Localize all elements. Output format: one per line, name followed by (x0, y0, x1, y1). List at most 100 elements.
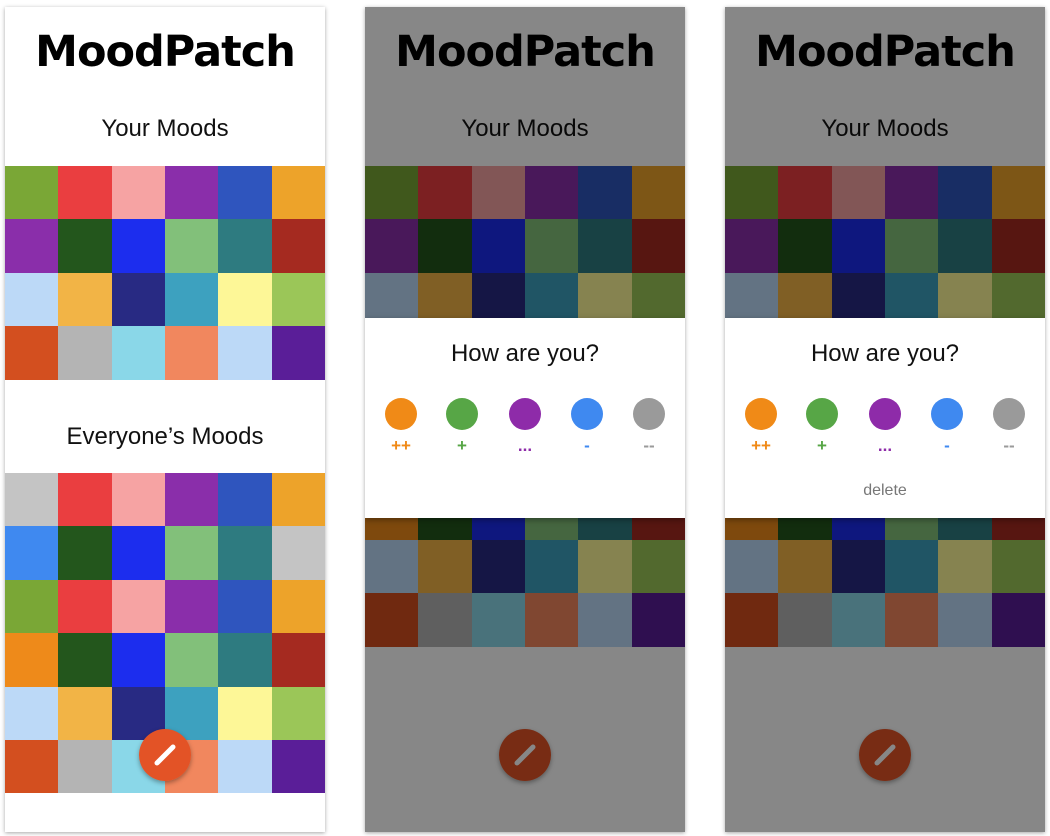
mood-tile (58, 633, 112, 687)
mood-tile (5, 326, 59, 380)
mood-tile (164, 579, 219, 634)
mood-option-very-bad[interactable]: -- (989, 398, 1029, 456)
dialog-title: How are you? (450, 340, 600, 367)
mood-option-dot (869, 398, 901, 430)
mood-tile (111, 219, 165, 273)
delete-button[interactable]: delete (725, 482, 1045, 500)
mood-tile (58, 579, 112, 634)
mood-tile (5, 739, 59, 794)
mood-option-label: ++ (751, 436, 771, 455)
mood-tile (58, 166, 112, 220)
mood-option-dot (446, 398, 478, 430)
screen-mood-dialog: MoodPatch Your Moods How are you? ++ + .… (365, 7, 685, 832)
mood-tile (271, 579, 325, 634)
mood-option-bad[interactable]: - (927, 398, 967, 456)
mood-option-label: -- (643, 436, 655, 455)
mood-option-bad[interactable]: - (567, 398, 607, 456)
mood-option-good[interactable]: + (802, 398, 842, 456)
mood-tile (5, 272, 59, 327)
app-title: MoodPatch (35, 27, 296, 77)
everyones-moods-heading: Everyone’s Moods (66, 423, 264, 450)
mood-tile (164, 219, 219, 273)
mood-option-dot (806, 398, 838, 430)
mood-tile (5, 166, 59, 220)
mood-option-very-good[interactable]: ++ (381, 398, 421, 456)
mood-option-dot (385, 398, 417, 430)
mood-tile (164, 326, 219, 380)
mood-option-neutral[interactable]: ... (865, 398, 905, 456)
mood-tile (218, 579, 272, 634)
mood-option-label: -- (1003, 436, 1015, 455)
mood-tile (58, 219, 112, 273)
mood-tile (5, 686, 59, 740)
mood-tile (5, 526, 59, 580)
mood-option-label: ... (517, 436, 533, 455)
mood-option-label: - (944, 436, 950, 455)
mood-option-good[interactable]: + (442, 398, 482, 456)
mood-tile (5, 633, 59, 687)
pencil-icon (139, 729, 191, 781)
mood-option-dot (633, 398, 665, 430)
mood-option-label: + (817, 436, 827, 455)
mood-tile (58, 326, 112, 380)
mood-tile (111, 326, 165, 380)
mood-tile (218, 633, 272, 687)
mood-option-label: - (584, 436, 590, 455)
dialog-title: How are you? (810, 340, 960, 367)
mood-tile (164, 633, 219, 687)
mood-tile (111, 272, 165, 327)
mood-tile (271, 326, 325, 380)
mood-option-dot (993, 398, 1025, 430)
mood-tile (271, 739, 325, 794)
mood-tile (271, 272, 325, 327)
mood-option-neutral[interactable]: ... (505, 398, 545, 456)
screen-main: MoodPatch Your Moods Everyone’s Moods (5, 7, 325, 832)
mood-tile (164, 473, 219, 527)
mood-tile (218, 272, 272, 327)
mood-option-dot (509, 398, 541, 430)
mood-tile (5, 579, 59, 634)
mood-option-very-good[interactable]: ++ (741, 398, 781, 456)
mood-option-dot (931, 398, 963, 430)
mood-tile (271, 473, 325, 527)
mood-option-label: ++ (391, 436, 411, 455)
mood-dialog: How are you? ++ + ... - -- (365, 318, 685, 518)
mood-tile (271, 219, 325, 273)
mood-dialog: How are you? ++ + ... - -- delete (725, 318, 1045, 518)
mood-tile (5, 219, 59, 273)
mood-tile (271, 526, 325, 580)
mood-option-label: ... (877, 436, 893, 455)
your-moods-heading: Your Moods (101, 115, 229, 142)
mood-option-dot (571, 398, 603, 430)
mood-option-dot (745, 398, 777, 430)
mood-tile (218, 473, 272, 527)
mood-tile (58, 473, 112, 527)
mood-tile (111, 473, 165, 527)
mood-option-label: + (457, 436, 467, 455)
your-moods-grid (5, 166, 325, 380)
add-mood-button[interactable] (139, 729, 191, 781)
mood-tile (218, 686, 272, 740)
mood-tile (111, 526, 165, 580)
mood-tile (164, 166, 219, 220)
screen-mood-dialog-with-delete: MoodPatch Your Moods How are you? ++ + .… (725, 7, 1045, 832)
mood-tile (218, 326, 272, 380)
mood-tile (164, 272, 219, 327)
mood-tile (271, 633, 325, 687)
mood-tile (218, 219, 272, 273)
mood-tile (111, 633, 165, 687)
mood-tile (58, 526, 112, 580)
mood-tile (271, 166, 325, 220)
mood-tile (58, 686, 112, 740)
mood-tile (111, 166, 165, 220)
mood-tile (164, 526, 219, 580)
mood-tile (58, 272, 112, 327)
mood-option-very-bad[interactable]: -- (629, 398, 669, 456)
mood-tile (5, 473, 59, 527)
mood-tile (218, 166, 272, 220)
mood-tile (58, 739, 112, 794)
mood-tile (218, 526, 272, 580)
mood-tile (218, 739, 272, 794)
mood-tile (111, 579, 165, 634)
mood-tile (271, 686, 325, 740)
